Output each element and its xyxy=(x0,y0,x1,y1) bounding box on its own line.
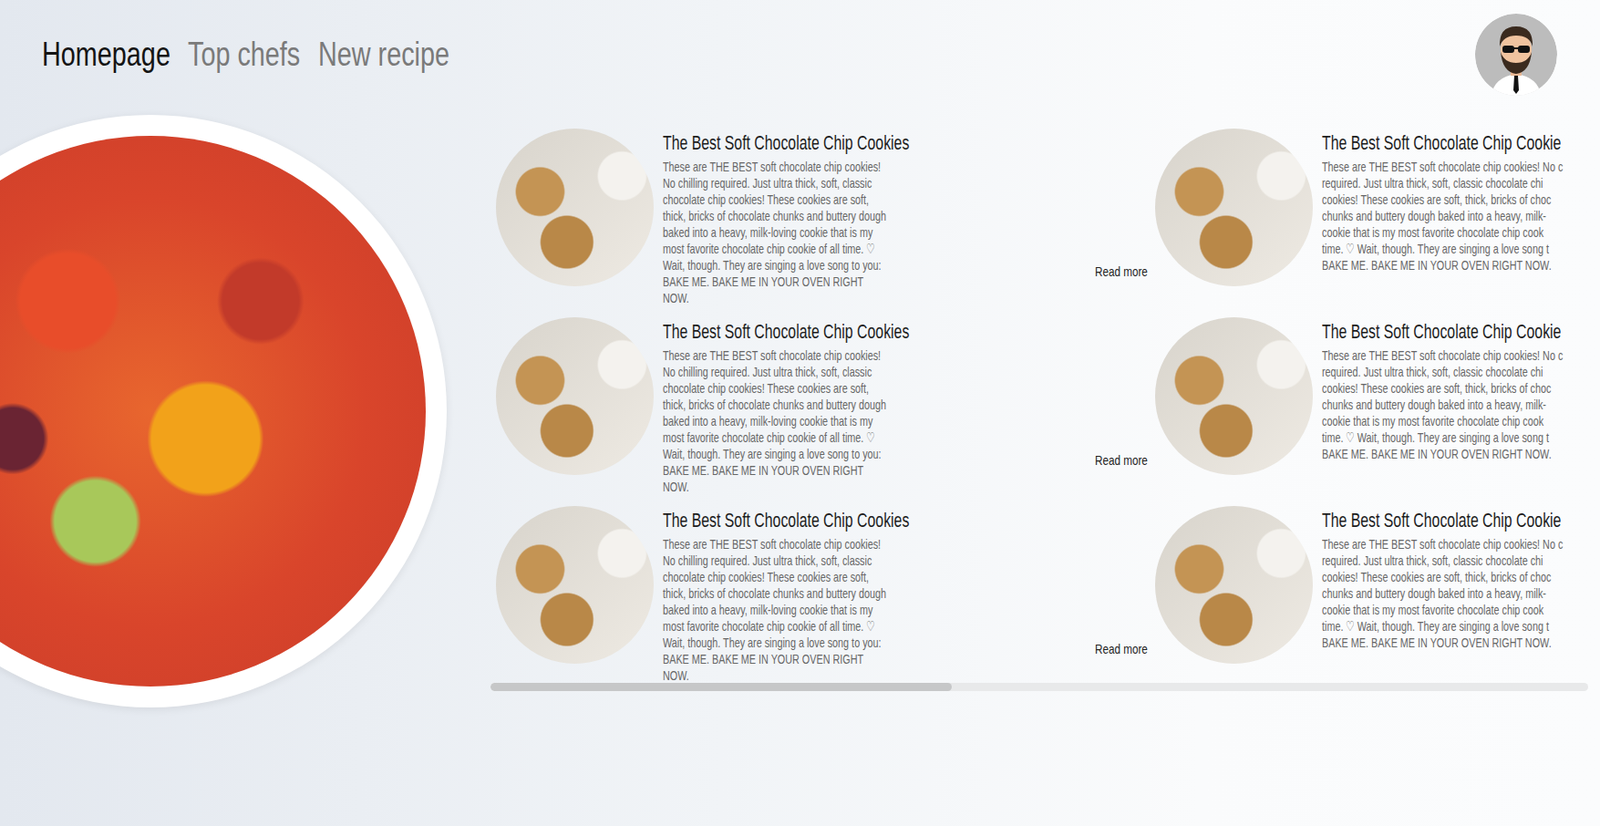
recipe-text: The Best Soft Chocolate Chip Cookie These… xyxy=(1321,128,1596,287)
recipe-description-line: time. ♡ Wait, though. They are singing a… xyxy=(1321,429,1549,446)
recipe-description-line: BAKE ME. BAKE ME IN YOUR OVEN RIGHT NOW. xyxy=(1321,445,1552,463)
recipe-photo[interactable] xyxy=(1155,505,1313,664)
recipe-list: The Best Soft Chocolate Chip CookiesThes… xyxy=(490,114,1600,692)
recipe-description-line: chunks and buttery dough baked into a he… xyxy=(1321,585,1547,602)
recipe-title[interactable]: The Best Soft Chocolate Chip Cookie xyxy=(1321,319,1561,345)
recipe-description-line: BAKE ME. BAKE ME IN YOUR OVEN RIGHT NOW. xyxy=(1321,257,1552,274)
content: The Best Soft Chocolate Chip CookiesThes… xyxy=(0,114,1600,708)
recipe-title[interactable]: The Best Soft Chocolate Chip Cookies xyxy=(662,130,909,156)
recipe-description-line: BAKE ME. BAKE ME IN YOUR OVEN RIGHT NOW. xyxy=(1321,634,1552,651)
recipe-title[interactable]: The Best Soft Chocolate Chip Cookie xyxy=(1321,130,1561,156)
recipe-photo[interactable] xyxy=(495,128,654,287)
recipe-description-line: These are THE BEST soft chocolate chip c… xyxy=(1321,536,1563,553)
recipe-description-line: time. ♡ Wait, though. They are singing a… xyxy=(1321,240,1549,258)
recipe-description-line: cookies! These cookies are soft, thick, … xyxy=(1321,191,1551,208)
recipe-photo[interactable] xyxy=(1155,317,1313,475)
scrollbar-thumb[interactable] xyxy=(490,682,952,692)
recipe-description-line: cookie that is my most favorite chocolat… xyxy=(1321,412,1544,430)
recipe-title[interactable]: The Best Soft Chocolate Chip Cookies xyxy=(662,319,909,345)
read-more-link[interactable]: Read more xyxy=(1094,263,1148,279)
avatar-icon[interactable] xyxy=(1475,13,1558,96)
recipe-card[interactable]: The Best Soft Chocolate Chip Cookie These… xyxy=(1155,505,1600,664)
nav-item[interactable]: Top chefs xyxy=(187,34,300,75)
recipe-description-line: required. Just ultra thick, soft, classi… xyxy=(1321,363,1544,381)
recipe-description-line: cookie that is my most favorite chocolat… xyxy=(1321,224,1544,241)
recipe-description-line: cookies! These cookies are soft, thick, … xyxy=(1321,568,1551,586)
read-more-link[interactable]: Read more xyxy=(1094,640,1148,657)
recipe-text: The Best Soft Chocolate Chip CookiesThes… xyxy=(662,505,977,664)
recipe-text: The Best Soft Chocolate Chip Cookie These… xyxy=(1321,505,1596,664)
recipe-description: These are THE BEST soft chocolate chip c… xyxy=(662,158,889,307)
recipe-text: The Best Soft Chocolate Chip CookiesThes… xyxy=(662,317,977,475)
recipe-card[interactable]: The Best Soft Chocolate Chip CookiesThes… xyxy=(495,317,1135,475)
nav-item[interactable]: New recipe xyxy=(318,34,450,75)
recipe-card[interactable]: The Best Soft Chocolate Chip Cookie These… xyxy=(1155,128,1600,287)
recipe-description-line: required. Just ultra thick, soft, classi… xyxy=(1321,552,1544,569)
top-bar: Homepage Top chefs New recipe xyxy=(0,0,1600,110)
recipe-title[interactable]: The Best Soft Chocolate Chip Cookies xyxy=(662,507,909,534)
recipe-photo[interactable] xyxy=(495,317,654,475)
recipe-description: These are THE BEST soft chocolate chip c… xyxy=(662,536,889,684)
recipe-photo[interactable] xyxy=(495,505,654,664)
recipe-description-line: required. Just ultra thick, soft, classi… xyxy=(1321,175,1544,192)
recipe-description-line: These are THE BEST soft chocolate chip c… xyxy=(1321,347,1563,364)
recipe-photo[interactable] xyxy=(1155,128,1313,287)
nav-item[interactable]: Homepage xyxy=(41,34,171,75)
recipe-card[interactable]: The Best Soft Chocolate Chip CookiesThes… xyxy=(495,128,1135,287)
read-more-link[interactable]: Read more xyxy=(1094,452,1148,468)
recipe-description-line: cookies! These cookies are soft, thick, … xyxy=(1321,380,1551,397)
salad-photo xyxy=(0,114,447,708)
main-nav: Homepage Top chefs New recipe xyxy=(41,34,450,75)
recipe-description-line: chunks and buttery dough baked into a he… xyxy=(1321,396,1547,413)
recipe-card[interactable]: The Best Soft Chocolate Chip Cookie These… xyxy=(1155,317,1600,475)
recipe-description-line: These are THE BEST soft chocolate chip c… xyxy=(1321,158,1563,176)
horizontal-scrollbar[interactable] xyxy=(490,682,1589,692)
recipe-card[interactable]: The Best Soft Chocolate Chip CookiesThes… xyxy=(495,505,1135,664)
recipe-description-line: chunks and buttery dough baked into a he… xyxy=(1321,207,1547,225)
recipe-text: The Best Soft Chocolate Chip CookiesThes… xyxy=(662,128,977,287)
recipe-description-line: time. ♡ Wait, though. They are singing a… xyxy=(1321,618,1549,635)
recipe-description-line: cookie that is my most favorite chocolat… xyxy=(1321,601,1544,619)
recipe-column: The Best Soft Chocolate Chip CookiesThes… xyxy=(495,128,1135,664)
recipe-title[interactable]: The Best Soft Chocolate Chip Cookie xyxy=(1321,507,1561,534)
recipe-description: These are THE BEST soft chocolate chip c… xyxy=(662,347,889,496)
recipe-column: The Best Soft Chocolate Chip Cookie These… xyxy=(1155,128,1600,664)
recipe-text: The Best Soft Chocolate Chip Cookie These… xyxy=(1321,317,1596,475)
